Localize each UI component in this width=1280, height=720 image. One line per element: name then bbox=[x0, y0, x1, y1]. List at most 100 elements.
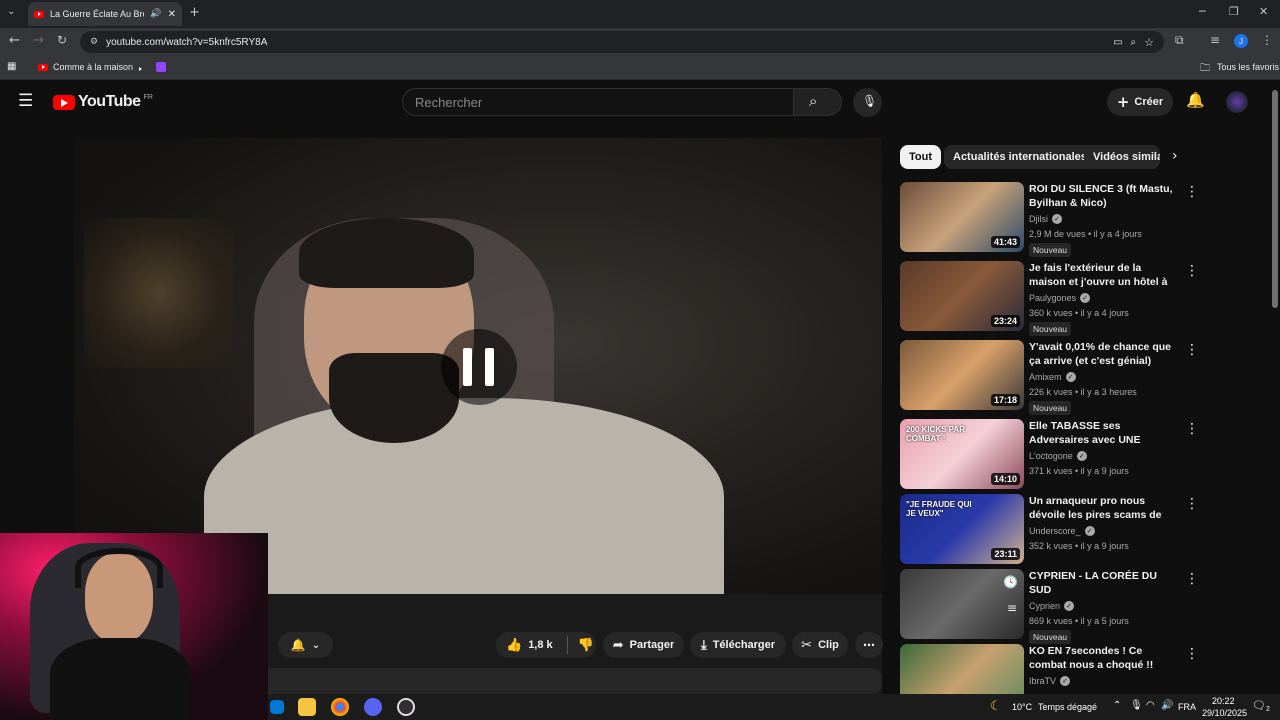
extensions-icon[interactable]: ⧉ bbox=[1175, 33, 1184, 48]
speaker-icon[interactable]: 🔊 bbox=[150, 9, 161, 19]
video-thumbnail[interactable]: 23:24 bbox=[900, 261, 1024, 331]
page-scrollbar[interactable] bbox=[1272, 90, 1278, 308]
more-options-icon[interactable]: ⋮ bbox=[1185, 263, 1199, 279]
chip-international-news[interactable]: Actualités internationales bbox=[944, 145, 1096, 169]
subscribe-bell-button[interactable]: 🔔 ⌄ bbox=[278, 632, 333, 658]
recommendation-item[interactable]: 200 KICKS PAR COMBAT ! 14:10 Elle TABASSE … bbox=[900, 419, 1200, 493]
watch-later-icon[interactable]: 🕓 bbox=[1003, 575, 1018, 589]
file-explorer-icon[interactable] bbox=[298, 698, 316, 716]
video-thumbnail[interactable]: 17:18 bbox=[900, 340, 1024, 410]
recommendation-item[interactable]: "JE FRAUDE QUI JE VEUX" 23:11 Un arnaqueur… bbox=[900, 494, 1200, 568]
recommendation-title[interactable]: Y'avait 0,01% de chance que ça arrive (e… bbox=[1029, 340, 1177, 368]
bookmark-star-icon[interactable]: ☆ bbox=[1144, 36, 1154, 49]
share-icon: ➦ bbox=[612, 637, 624, 653]
weather-temp[interactable]: 10°C bbox=[1012, 702, 1032, 712]
recommendation-item[interactable]: 17:18 Y'avait 0,01% de chance que ça arri… bbox=[900, 340, 1200, 415]
start-icon[interactable] bbox=[270, 700, 284, 714]
chevron-right-icon[interactable]: › bbox=[1172, 148, 1178, 164]
window-restore-icon[interactable]: ❐ bbox=[1229, 5, 1239, 18]
cast-icon[interactable]: ▭ bbox=[1113, 37, 1122, 48]
new-tab-icon[interactable]: + bbox=[189, 5, 200, 20]
create-button[interactable]: + Créer bbox=[1107, 88, 1173, 116]
recommendation-item[interactable]: 23:24 Je fais l'extérieur de la maison et… bbox=[900, 261, 1200, 336]
tab-close-icon[interactable]: ✕ bbox=[168, 9, 176, 20]
share-button[interactable]: ➦ Partager bbox=[603, 632, 684, 658]
more-options-icon[interactable]: ⋮ bbox=[1185, 571, 1199, 587]
browser-menu-icon[interactable]: ⋮ bbox=[1261, 33, 1273, 47]
window-close-icon[interactable]: ✕ bbox=[1259, 5, 1268, 18]
video-duration: 14:10 bbox=[990, 473, 1020, 485]
youtube-logo[interactable]: YouTube FR bbox=[53, 93, 153, 111]
add-to-queue-icon[interactable]: ≡ bbox=[1007, 601, 1017, 615]
channel-name[interactable]: Paulygones ✓ bbox=[1029, 293, 1091, 303]
clip-button[interactable]: ✂ Clip bbox=[792, 632, 848, 658]
channel-name[interactable]: Cyprien ✓ bbox=[1029, 601, 1075, 611]
video-thumbnail[interactable]: 41:43 bbox=[900, 182, 1024, 252]
account-avatar[interactable] bbox=[1226, 91, 1248, 113]
language-indicator[interactable]: FRA bbox=[1178, 702, 1196, 712]
browser-tab-active[interactable]: La Guerre Éclate Au Brésil - 🔊 ✕ bbox=[28, 2, 182, 26]
notification-icon[interactable]: 🗨 bbox=[1252, 699, 1266, 712]
tab-list-icon[interactable]: ⌄ bbox=[7, 6, 15, 17]
dislike-icon[interactable]: 👎 bbox=[578, 638, 594, 653]
download-button[interactable]: ⤓ Télécharger bbox=[690, 632, 786, 658]
recommendation-title[interactable]: Un arnaqueur pro nous dévoile les pires … bbox=[1029, 494, 1177, 522]
search-input[interactable]: Rechercher bbox=[402, 88, 794, 116]
video-thumbnail[interactable]: 🕓 ≡ bbox=[900, 569, 1024, 639]
hamburger-menu-icon[interactable]: ☰ bbox=[18, 91, 33, 111]
media-control-icon[interactable]: ≡ bbox=[1210, 33, 1220, 47]
more-options-icon[interactable]: ⋮ bbox=[1185, 421, 1199, 437]
bookmark-item[interactable]: Comme à la maison bbox=[38, 62, 133, 72]
microphone-tray-icon[interactable]: 🎙 bbox=[1130, 700, 1143, 711]
youtube-favicon-icon bbox=[38, 63, 48, 71]
more-horizontal-icon: ⋯ bbox=[863, 638, 875, 652]
reload-icon[interactable]: ↻ bbox=[57, 33, 67, 47]
twitch-bookmark-icon[interactable] bbox=[156, 62, 166, 72]
voice-search-button[interactable]: 🎙 bbox=[853, 88, 882, 117]
weather-text[interactable]: Temps dégagé bbox=[1038, 702, 1097, 712]
profile-avatar[interactable]: J bbox=[1234, 34, 1248, 48]
channel-name[interactable]: Djilsi ✓ bbox=[1029, 214, 1062, 224]
forward-icon[interactable]: → bbox=[33, 33, 44, 48]
volume-icon[interactable]: 🔊 bbox=[1161, 700, 1173, 711]
clock-time[interactable]: 20:22 bbox=[1212, 696, 1235, 706]
channel-name[interactable]: IbraTV ✓ bbox=[1029, 676, 1071, 686]
search-button[interactable]: ⌕ bbox=[794, 88, 842, 116]
recommendation-title[interactable]: CYPRIEN - LA CORÉE DU SUD bbox=[1029, 569, 1177, 597]
tray-expand-icon[interactable]: ⌃ bbox=[1113, 700, 1121, 711]
more-options-icon[interactable]: ⋮ bbox=[1185, 342, 1199, 358]
recommendation-title[interactable]: KO EN 7secondes ! Ce combat nous a choqu… bbox=[1029, 644, 1177, 672]
site-info-icon[interactable]: ⚙ bbox=[90, 37, 98, 47]
video-thumbnail[interactable]: "JE FRAUDE QUI JE VEUX" 23:11 bbox=[900, 494, 1024, 564]
zoom-icon[interactable]: ⌕ bbox=[1131, 37, 1137, 48]
chip-similar-videos[interactable]: Vidéos simila bbox=[1084, 145, 1160, 169]
recommendation-item[interactable]: 41:43 ROI DU SILENCE 3 (ft Mastu, Byilhan… bbox=[900, 182, 1200, 257]
clock-date[interactable]: 29/10/2025 bbox=[1202, 708, 1247, 718]
wifi-icon[interactable]: ◠ bbox=[1146, 700, 1155, 711]
all-favorites-link[interactable]: Tous les favoris bbox=[1217, 62, 1279, 72]
back-icon[interactable]: ← bbox=[9, 33, 20, 48]
more-options-icon[interactable]: ⋮ bbox=[1185, 184, 1199, 200]
window-minimize-icon[interactable]: ─ bbox=[1199, 5, 1206, 18]
recommendation-title[interactable]: Je fais l'extérieur de la maison et j'ou… bbox=[1029, 261, 1177, 289]
recommendation-title[interactable]: Elle TABASSE ses Adversaires avec UNE SE… bbox=[1029, 419, 1177, 447]
like-icon[interactable]: 👍 bbox=[506, 638, 522, 653]
apps-grid-icon[interactable]: ▦ bbox=[7, 61, 16, 72]
like-count[interactable]: 1,8 k bbox=[528, 639, 552, 651]
address-bar[interactable]: ⚙ youtube.com/watch?v=5knfrc5RY8A ▭ ⌕ ☆ bbox=[80, 31, 1164, 53]
obs-icon[interactable] bbox=[397, 698, 415, 716]
more-options-icon[interactable]: ⋮ bbox=[1185, 496, 1199, 512]
chrome-icon[interactable] bbox=[331, 698, 349, 716]
video-thumbnail[interactable]: 200 KICKS PAR COMBAT ! 14:10 bbox=[900, 419, 1024, 489]
recommendation-item[interactable]: 🕓 ≡ CYPRIEN - LA CORÉE DU SUD Cyprien ✓ 869 k… bbox=[900, 569, 1200, 644]
channel-name[interactable]: L'octogone ✓ bbox=[1029, 451, 1087, 461]
discord-icon[interactable] bbox=[364, 698, 382, 716]
more-options-icon[interactable]: ⋮ bbox=[1185, 646, 1199, 662]
channel-name[interactable]: Amixem ✓ bbox=[1029, 372, 1076, 382]
recommendation-title[interactable]: ROI DU SILENCE 3 (ft Mastu, Byilhan & Ni… bbox=[1029, 182, 1177, 210]
notifications-bell-icon[interactable]: 🔔 bbox=[1186, 91, 1205, 109]
channel-name[interactable]: Underscore_ ✓ bbox=[1029, 526, 1095, 536]
chip-all[interactable]: Tout bbox=[900, 145, 942, 169]
pause-icon[interactable] bbox=[441, 329, 517, 405]
more-actions-button[interactable]: ⋯ bbox=[855, 632, 883, 658]
